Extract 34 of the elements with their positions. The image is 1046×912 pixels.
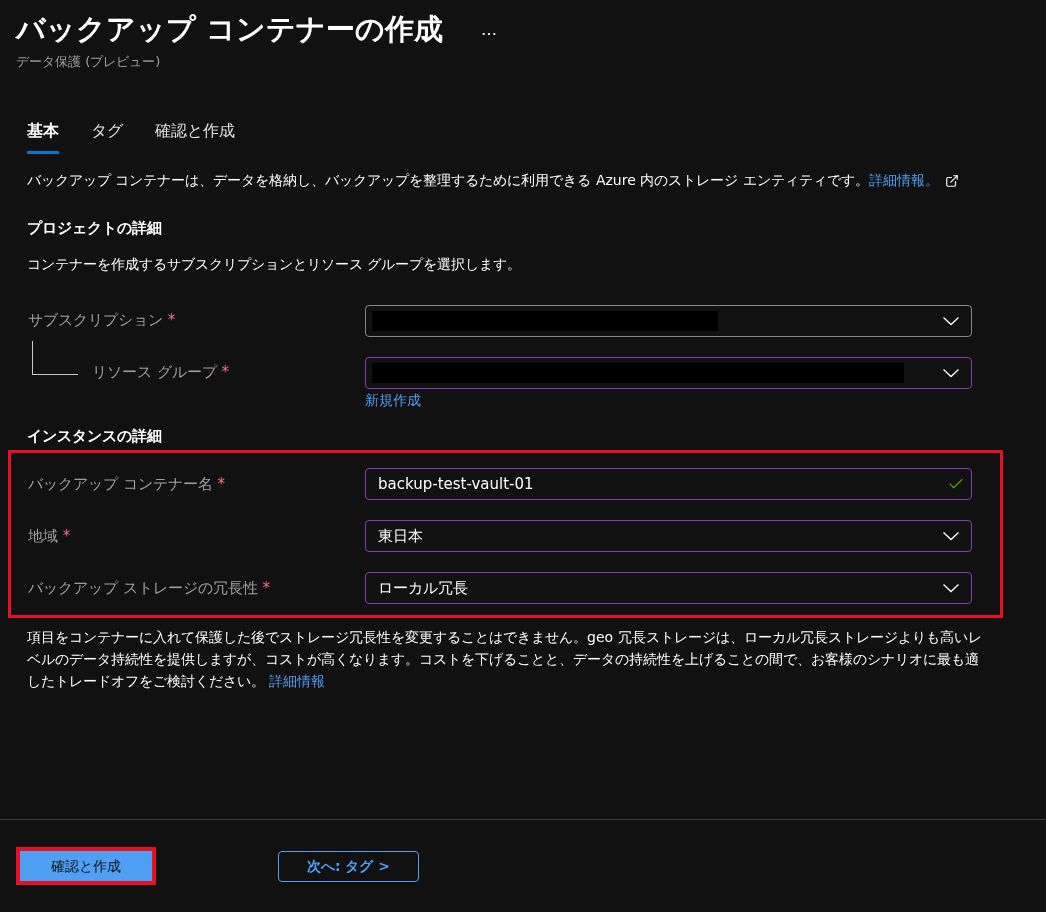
chevron-down-icon [943, 532, 959, 540]
field-label: バックアップ コンテナー名 * [28, 473, 226, 495]
external-link-icon [944, 173, 959, 188]
review-create-button[interactable]: 確認と作成 [20, 851, 152, 881]
chevron-down-icon [943, 316, 959, 325]
chevron-down-icon [943, 368, 959, 377]
tab[interactable]: 確認と作成 [155, 119, 235, 154]
input-field[interactable]: backup-test-vault-01 [365, 468, 972, 500]
field-label: リソース グループ * [92, 362, 230, 384]
next-button[interactable]: 次へ: タグ > [278, 850, 419, 882]
tab[interactable]: タグ [91, 119, 123, 154]
field-value: ローカル冗長 [377, 577, 469, 599]
more-button[interactable]: … [481, 17, 498, 42]
page-title: バックアップ コンテナーの作成 [16, 11, 444, 48]
field-value: backup-test-vault-01 [377, 473, 535, 495]
dropdown-field[interactable] [365, 356, 972, 389]
dropdown-field[interactable] [365, 304, 972, 337]
field-label: サブスクリプション * [28, 310, 176, 332]
learn-more-link[interactable]: 詳細情報 [269, 673, 326, 689]
learn-more-link[interactable]: 詳細情報。 [868, 172, 939, 188]
page-subtitle: データ保護 (プレビュー) [16, 52, 162, 71]
create-new-link[interactable]: 新規作成 [365, 389, 421, 411]
tab[interactable]: 基本 [27, 119, 59, 154]
chevron-down-icon [943, 584, 959, 592]
field-label: バックアップ ストレージの冗長性 * [28, 577, 271, 599]
redundancy-note: 項目をコンテナーに入れて保護した後でストレージ冗長性を変更することはできません。geo 冗長ストレージは、ローカル冗長ストレージよりも高いレベルのデータ持続性を提供しますが、コストが高くなります。コストを下げることと、データの持続性を上げることの間で、お客様のシナリオに最も適したトレードオフをご検討ください。 詳細情報 [26, 628, 983, 691]
dropdown-field[interactable]: ローカル冗長 [365, 572, 972, 604]
intro-text: バックアップ コンテナーは、データを格納し、バックアップを整理するために利用できる Azure 内のストレージ エンティティです。詳細情報。 [27, 171, 939, 190]
section-heading: プロジェクトの詳細 [27, 218, 163, 239]
field-value: 東日本 [377, 525, 424, 547]
section-heading: インスタンスの詳細 [27, 425, 163, 447]
section-description: コンテナーを作成するサブスクリプションとリソース グループを選択します。 [27, 254, 523, 274]
field-label: 地域 * [28, 525, 71, 547]
dropdown-field[interactable]: 東日本 [365, 520, 972, 552]
